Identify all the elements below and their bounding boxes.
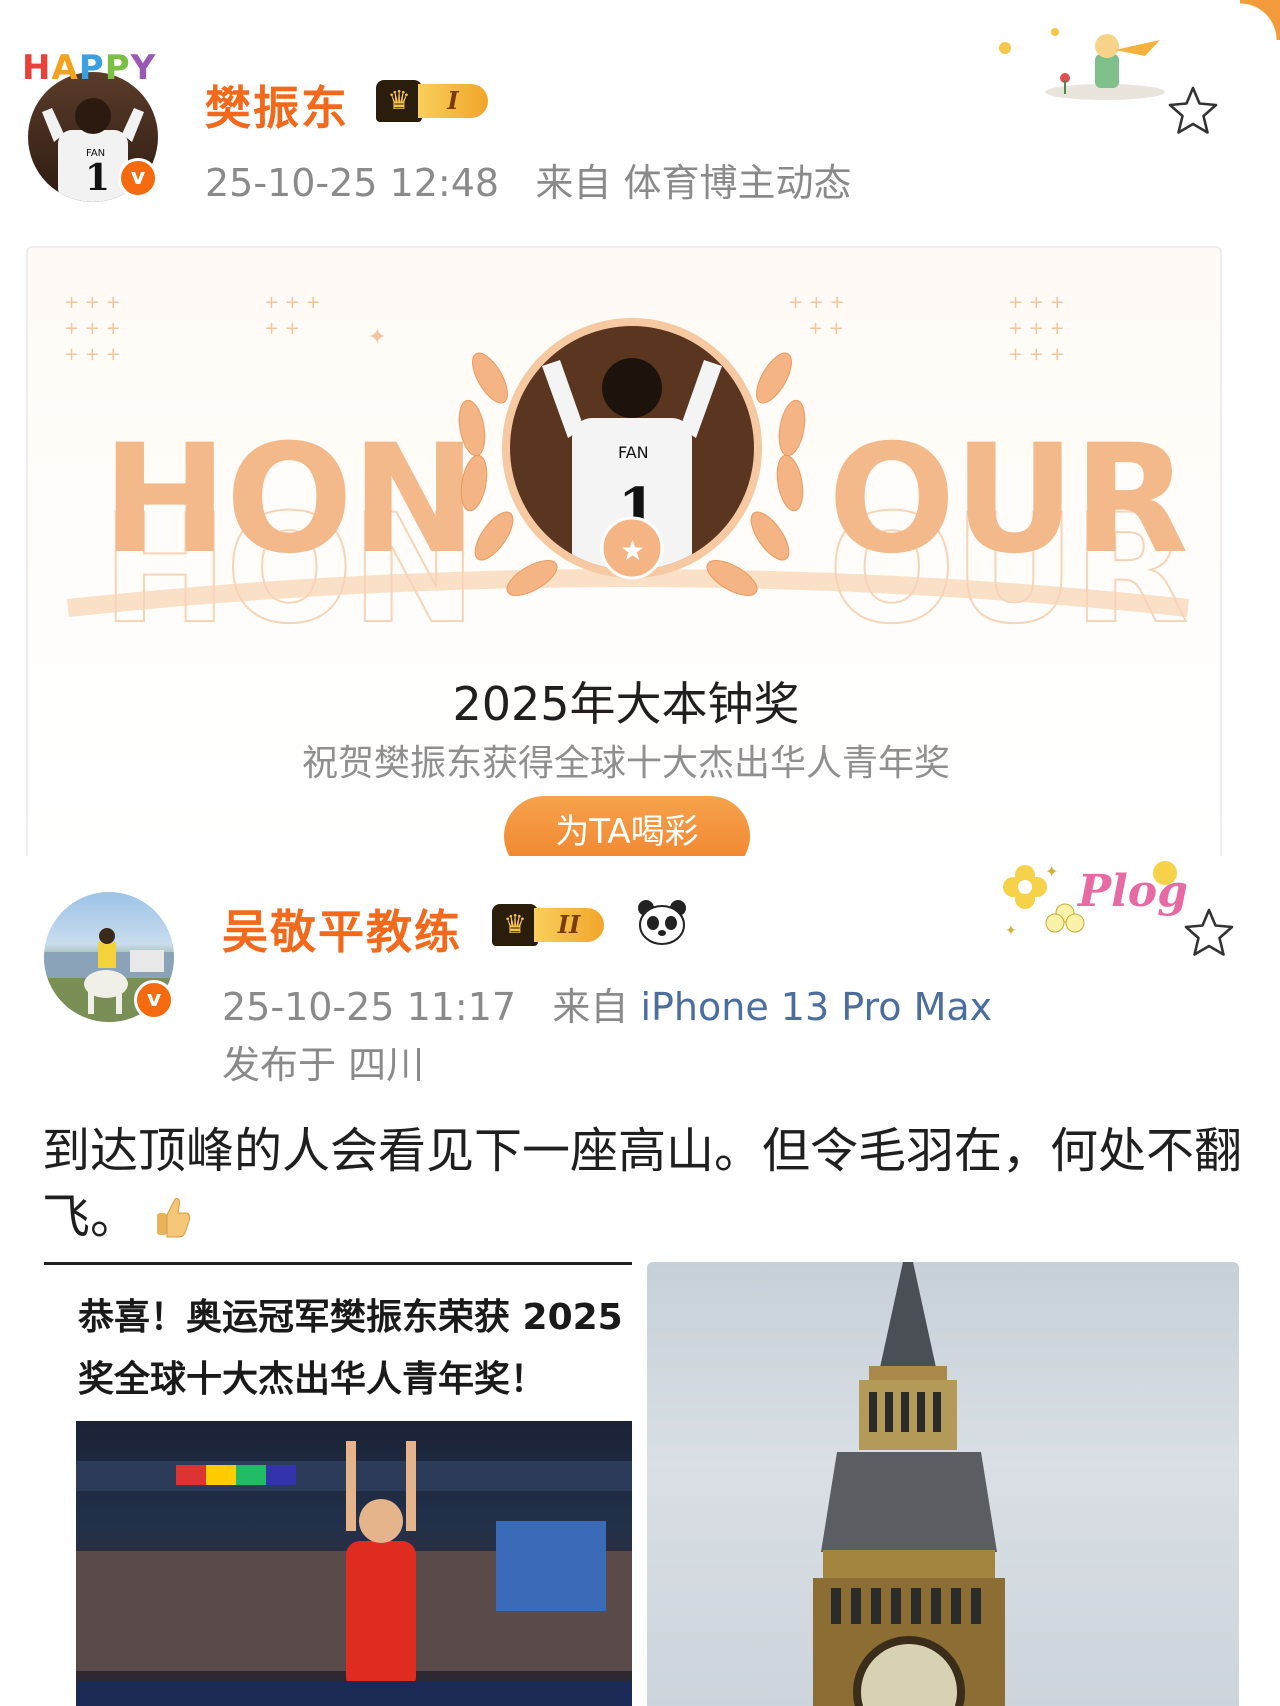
vip-level-badge[interactable]: ♛ I xyxy=(376,80,488,122)
verified-icon: v xyxy=(118,158,158,198)
post-source[interactable]: 体育博主动态 xyxy=(623,161,851,205)
corner-accent xyxy=(1240,0,1280,40)
svg-text:✦: ✦ xyxy=(1005,923,1017,939)
plog-decoration: Plog xyxy=(1078,866,1188,917)
star-icon[interactable] xyxy=(1182,906,1236,960)
award-title: 2025年大本钟奖 xyxy=(452,677,800,731)
image-caption: 恭喜！奥运冠军樊振东荣获 2025 奖全球十大杰出华人青年奖！ xyxy=(78,1297,623,1400)
svg-text:✦: ✦ xyxy=(368,325,386,350)
crown-icon: ♛ xyxy=(376,80,422,122)
post-location: 发布于 四川 xyxy=(222,1043,425,1087)
post-body: 到达顶峰的人会看见下一座高山。但令毛羽在，何处不翻飞。 xyxy=(42,1123,1243,1245)
verified-icon: v xyxy=(134,980,174,1020)
svg-text:1: 1 xyxy=(85,157,110,199)
post-timestamp: 25-10-25 12:48 xyxy=(205,161,500,205)
post-meta: 25-10-25 11:17 来自 iPhone 13 Pro Max xyxy=(222,976,992,1031)
crown-icon: ♛ xyxy=(492,904,538,946)
username[interactable]: 樊振东 xyxy=(205,72,349,138)
big-ben-photo xyxy=(813,1262,1005,1706)
honour-text-left: HON xyxy=(102,413,477,587)
svg-text:FAN: FAN xyxy=(618,443,649,462)
honour-text-right: OUR xyxy=(828,413,1189,587)
award-card[interactable]: + + + + + + + + + + + + + + + + + + + + + + +… xyxy=(26,246,1222,856)
happy-avatar-badge: HAPPY xyxy=(22,48,157,88)
celebration-photo xyxy=(76,1421,632,1706)
username[interactable]: 吴敬平教练 xyxy=(222,896,462,962)
laurel-wreath-portrait: FAN 1 ★ xyxy=(458,318,806,596)
star-icon[interactable] xyxy=(1166,84,1220,138)
thumbs-up-icon xyxy=(157,1198,191,1238)
post-image-1[interactable]: 恭喜！奥运冠军樊振东荣获 2025 奖全球十大杰出华人青年奖！ xyxy=(44,1262,632,1706)
svg-text:+ + +: + + + xyxy=(1008,292,1065,313)
post-1: FAN 1 HAPPY v 樊振东 ♛ I 25-10-25 12:48 来自 … xyxy=(0,0,1280,856)
svg-text:✦: ✦ xyxy=(1045,862,1058,881)
svg-text:+ + +: + + + xyxy=(64,318,121,339)
post-timestamp: 25-10-25 11:17 xyxy=(222,985,517,1029)
post-text: 到达顶峰的人会看见下一座高山。但令毛羽在，何处不翻飞。 xyxy=(42,1118,1242,1250)
post-image-2[interactable] xyxy=(647,1262,1239,1706)
svg-text:+ +: + + xyxy=(264,318,300,339)
award-subtitle: 祝贺樊振东获得全球十大杰出华人青年奖 xyxy=(301,743,950,784)
cheer-button[interactable]: 为TA喝彩 xyxy=(504,796,750,856)
svg-text:★: ★ xyxy=(620,534,645,567)
vip-level: II xyxy=(534,908,604,942)
post-meta: 25-10-25 12:48 来自 体育博主动态 xyxy=(205,152,851,207)
svg-text:+ + +: + + + xyxy=(64,292,121,313)
vip-level-badge[interactable]: ♛ II xyxy=(492,904,604,946)
panda-icon[interactable] xyxy=(636,898,688,946)
vip-level: I xyxy=(418,84,488,118)
little-prince-decoration-icon xyxy=(999,28,1165,100)
svg-text:+ + +: + + + xyxy=(1008,318,1065,339)
svg-text:+ + +: + + + xyxy=(64,344,121,365)
svg-text:+ + +: + + + xyxy=(264,292,321,313)
svg-text:+ + +: + + + xyxy=(1008,344,1065,365)
post-source[interactable]: iPhone 13 Pro Max xyxy=(640,985,992,1029)
source-prefix: 来自 xyxy=(552,985,629,1029)
source-prefix: 来自 xyxy=(535,161,612,205)
